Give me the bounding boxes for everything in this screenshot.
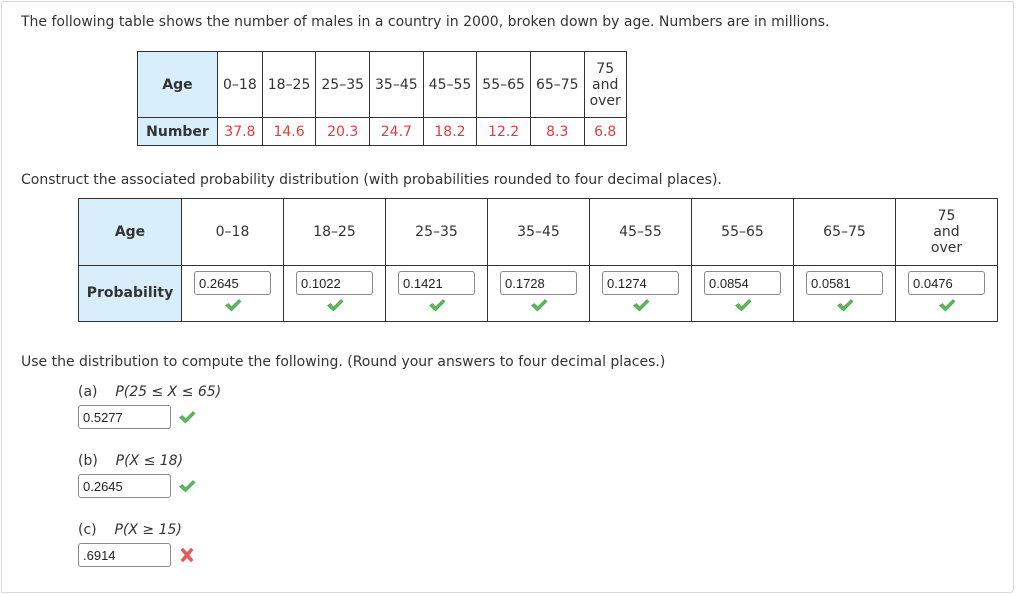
age-group-75-over: 75 and over [583,51,627,118]
age-group: 18–25 [283,198,386,266]
probability-expression: P(X ≤ 18) [115,453,184,469]
question-label: (b) P(X ≤ 18) [78,453,196,473]
age-group: 25–35 [315,51,371,118]
age-group-line: 75 [596,60,615,77]
checkmark-icon [178,409,196,425]
number-cell: 18.2 [422,117,478,146]
probability-cell [895,265,998,322]
age-group: 0–18 [217,51,263,118]
checkmark-icon [326,297,344,313]
part-letter: (a) [78,384,98,400]
age-group-line: over [930,240,963,256]
probability-distribution-table: Age 0–18 18–25 25–35 35–45 45–55 55–65 6… [78,198,998,322]
age-group-line: 75 [937,208,956,224]
checkmark-icon [632,297,650,313]
probability-input[interactable] [908,271,985,295]
checkmark-icon [530,297,548,313]
number-cell: 6.8 [583,117,627,146]
answer-input[interactable] [78,474,171,498]
question-part: (b) P(X ≤ 18) [78,453,196,498]
answer-input[interactable] [78,543,171,567]
probability-input[interactable] [704,271,781,295]
probability-input[interactable] [296,271,373,295]
construct-instructions: Construct the associated probability dis… [21,172,722,188]
probability-expression: P(X ≥ 15) [114,522,182,538]
checkmark-icon [938,297,956,313]
age-group-line: over [589,92,621,109]
answer-input[interactable] [78,405,171,429]
question-part: (c) P(X ≥ 15) [78,522,196,567]
age-group: 45–55 [589,198,692,266]
age-group-line: and [933,224,960,240]
age-group: 65–75 [529,51,585,118]
question-part: (a) P(25 ≤ X ≤ 65) [78,384,221,429]
age-group: 55–65 [476,51,531,118]
probability-input[interactable] [194,271,271,295]
age-group: 18–25 [261,51,317,118]
probability-cell [385,265,488,322]
probability-cell [283,265,386,322]
age-group: 25–35 [385,198,488,266]
age-group: 35–45 [487,198,590,266]
checkmark-icon [836,297,854,313]
probability-input[interactable] [806,271,883,295]
probability-cell [181,265,284,322]
question-label: (c) P(X ≥ 15) [78,522,196,542]
probability-cell [793,265,896,322]
age-group-line: and [592,76,619,93]
checkmark-icon [224,297,242,313]
probability-cell [691,265,794,322]
checkmark-icon [428,297,446,313]
part-letter: (b) [78,453,98,469]
number-cell: 37.8 [217,117,263,146]
intro-text: The following table shows the number of … [21,14,830,30]
male-population-table: Age 0–18 18–25 25–35 35–45 45–55 55–65 6… [137,51,627,146]
use-instructions: Use the distribution to compute the foll… [21,354,666,370]
age-group: 65–75 [793,198,896,266]
age-group: 55–65 [691,198,794,266]
age-group: 0–18 [181,198,284,266]
probability-expression: P(25 ≤ X ≤ 65) [115,384,222,400]
number-cell: 14.6 [261,117,317,146]
probability-cell [589,265,692,322]
number-cell: 20.3 [315,117,371,146]
probability-input[interactable] [602,271,679,295]
question-panel: The following table shows the number of … [1,1,1014,593]
age-group: 35–45 [369,51,424,118]
age-group-75-over: 75 and over [895,198,998,266]
age-group: 45–55 [422,51,478,118]
probability-input[interactable] [398,271,475,295]
age-header: Age [78,198,182,266]
probability-input[interactable] [500,271,577,295]
checkmark-icon [178,478,196,494]
cross-icon [178,547,196,563]
part-letter: (c) [78,522,97,538]
number-cell: 24.7 [369,117,424,146]
number-header: Number [137,117,218,146]
age-header: Age [137,51,218,118]
number-cell: 12.2 [476,117,531,146]
number-cell: 8.3 [529,117,585,146]
checkmark-icon [734,297,752,313]
probability-cell [487,265,590,322]
question-label: (a) P(25 ≤ X ≤ 65) [78,384,221,404]
probability-header: Probability [78,265,182,322]
